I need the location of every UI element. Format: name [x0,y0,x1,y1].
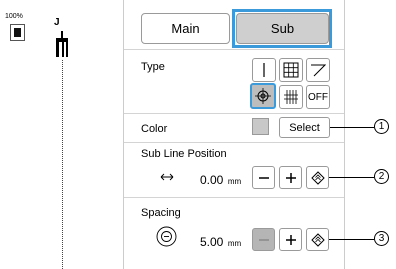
minus-icon [258,238,269,241]
plus-icon [285,172,296,183]
plus-icon [285,234,296,245]
line-type-single-button[interactable] [252,58,276,82]
presser-foot-letter: J [54,17,60,28]
callout-1: 1 [374,119,389,134]
spacing-circle-icon [156,226,177,247]
spacing-increase-button[interactable] [279,228,302,251]
line-type-hash-button[interactable] [279,85,303,109]
divider [124,142,344,143]
minus-icon [258,176,269,179]
spacing-value: 5.00 [200,235,224,249]
callout-2: 2 [374,169,389,184]
spacing-reset-button[interactable] [306,228,329,251]
presser-foot-icon [56,31,68,57]
horizontal-arrow-icon [160,173,174,181]
spacing-decrease-button[interactable] [252,228,275,251]
line-type-target-button[interactable] [250,83,276,109]
sub-line-position-reset-button[interactable] [306,166,329,189]
tab-main[interactable]: Main [141,13,230,44]
color-select-button[interactable]: Select [279,117,330,138]
spacing-label: Spacing [141,207,181,219]
sub-line-position-label: Sub Line Position [141,148,227,160]
sub-line-position-value: 0.00 [200,173,224,187]
sub-line-position-unit: mm [227,177,242,186]
color-swatch [252,118,269,135]
spacing-unit: mm [227,239,242,248]
color-label: Color [141,123,168,135]
stitch-line [62,60,63,269]
grid-icon [283,62,299,78]
diagonal-line-icon [311,64,326,77]
hash-grid-icon [284,90,298,104]
callout-line [329,239,374,240]
target-crosshair-icon [255,88,271,104]
divider [124,49,344,50]
reset-diamond-icon [310,232,325,247]
zoom-label: 100% [5,13,23,20]
divider [124,197,344,198]
callout-3: 3 [374,231,389,246]
single-line-icon [263,63,265,77]
sub-line-position-decrease-button[interactable] [252,166,275,189]
line-type-diagonal-button[interactable] [306,58,330,82]
spacing-value-display: 5.00 mm [200,233,241,251]
tab-sub-highlight [232,9,332,48]
zoom-icon[interactable] [10,24,25,41]
line-type-off-button[interactable]: OFF [306,85,330,109]
callout-line [329,177,374,178]
reset-diamond-icon [310,170,325,185]
callout-line [330,127,374,128]
divider [124,113,344,114]
line-type-grid-button[interactable] [279,58,303,82]
sub-line-position-increase-button[interactable] [279,166,302,189]
type-label: Type [141,61,165,73]
sub-line-position-value-display: 0.00 mm [200,171,241,189]
